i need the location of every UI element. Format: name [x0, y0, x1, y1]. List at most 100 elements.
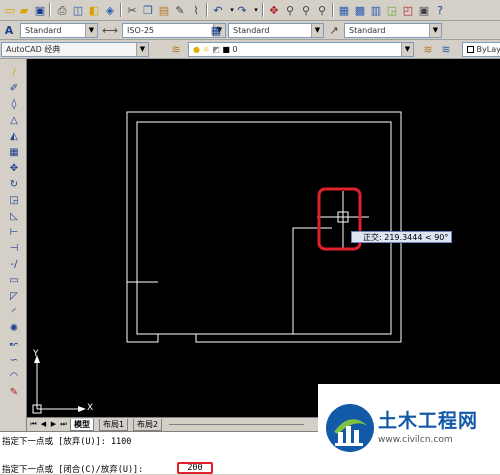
workspace-value: AutoCAD 经典: [6, 45, 61, 54]
break-icon[interactable]: -/: [6, 257, 22, 271]
calculator-icon[interactable]: ▣: [416, 2, 432, 18]
paste-icon[interactable]: ▤: [156, 2, 172, 18]
fillet-icon[interactable]: ◜: [6, 305, 22, 319]
copy-icon[interactable]: ❐: [140, 2, 156, 18]
partition-line[interactable]: [292, 227, 332, 334]
tab-strip-divider: [169, 424, 304, 425]
ucs-x-arrow: [78, 406, 86, 412]
layers-toolbar: AutoCAD 经典 ▼ ≋ ● ☼ ◩ ■ 0 ▼ ≋ ≋ ByLay: [0, 40, 500, 59]
ucs-y-label: Y: [33, 349, 39, 359]
text-style-select[interactable]: Standard ▼: [20, 23, 98, 38]
layer-manager-icon[interactable]: ≋: [168, 41, 184, 57]
design-center-icon[interactable]: ▩: [352, 2, 368, 18]
open-folder-icon[interactable]: ▰: [16, 2, 32, 18]
markup-icon[interactable]: ◰: [400, 2, 416, 18]
help-icon[interactable]: ?: [432, 2, 448, 18]
next-tab-icon[interactable]: ▶: [49, 419, 58, 430]
pan-icon[interactable]: ✥: [266, 2, 282, 18]
command-history-line: 指定下一点或 [放弃(U)]: 1100: [2, 437, 132, 447]
civil-engineering-logo-icon: [326, 404, 374, 452]
erase-icon[interactable]: ✐: [6, 81, 22, 95]
layer-previous-icon[interactable]: ≋: [438, 41, 454, 57]
extend-icon[interactable]: ⊣: [6, 241, 22, 255]
ucs-x-label: X: [87, 403, 94, 413]
draw-toolbar: ∕ ✐ ◊ △ ◭ ▦ ✥ ↻ ◲ ◺ ⊢ ⊣ -/ ▭ ◸ ◜ ✺ ↜ ∽ ◠…: [0, 59, 27, 431]
chevron-down-icon[interactable]: ▼: [429, 24, 441, 37]
last-tab-icon[interactable]: ⏭: [59, 419, 68, 430]
toolbar-separator: [262, 3, 264, 17]
lightbulb-icon[interactable]: ●: [193, 45, 200, 54]
first-tab-icon[interactable]: ⏮: [29, 419, 38, 430]
toolbar-separator: [206, 3, 208, 17]
explode-icon[interactable]: ✺: [6, 321, 22, 335]
multileader-style-icon: ↗: [329, 23, 339, 37]
dim-style-icon: ⟷: [102, 23, 118, 37]
print-preview-icon[interactable]: ◫: [70, 2, 86, 18]
zoom-realtime-icon[interactable]: ⚲: [282, 2, 298, 18]
chevron-down-icon[interactable]: ▼: [136, 43, 148, 56]
multileader-style-select[interactable]: Standard ▼: [344, 23, 442, 38]
ortho-tooltip: 正交: 219.3444 < 90°: [351, 231, 453, 243]
watermark-url: www.civilcn.com: [378, 435, 453, 445]
layer-name-value: 0: [232, 45, 238, 54]
tab-model[interactable]: 模型: [70, 419, 94, 431]
prev-tab-icon[interactable]: ◀: [39, 419, 48, 430]
tab-layout2[interactable]: 布局2: [133, 419, 163, 431]
arc-icon[interactable]: ◠: [6, 369, 22, 383]
line-icon[interactable]: ∕: [6, 65, 22, 79]
polyline-edit-icon[interactable]: ↜: [6, 337, 22, 351]
tool-palettes-icon[interactable]: ▥: [368, 2, 384, 18]
ortho-label: 正交: [363, 233, 379, 242]
layer-select[interactable]: ● ☼ ◩ ■ 0 ▼: [188, 42, 414, 57]
paint-icon[interactable]: ✎: [6, 385, 22, 399]
chevron-down-icon[interactable]: ▼: [311, 24, 323, 37]
watermark-title: 土木工程网: [378, 410, 479, 432]
dim-style-value: ISO-25: [127, 26, 155, 35]
toolbar-separator: [49, 3, 51, 17]
print-icon[interactable]: ⎙: [54, 2, 70, 18]
toolbar-separator: [332, 3, 334, 17]
zoom-previous-icon[interactable]: ⚲: [314, 2, 330, 18]
lock-icon[interactable]: ◩: [212, 45, 220, 54]
multileader-style-value: Standard: [349, 26, 386, 35]
zoom-window-icon[interactable]: ⚲: [298, 2, 314, 18]
publish-icon[interactable]: ◧: [86, 2, 102, 18]
match-properties-icon[interactable]: ✎: [172, 2, 188, 18]
brush-icon[interactable]: ⌇: [188, 2, 204, 18]
make-current-layer-icon[interactable]: ≋: [420, 41, 436, 57]
save-icon[interactable]: ▣: [32, 2, 48, 18]
stretch-icon[interactable]: ◺: [6, 209, 22, 223]
tab-layout1[interactable]: 布局1: [99, 419, 129, 431]
workspace-select[interactable]: AutoCAD 经典 ▼: [1, 42, 149, 57]
table-style-value: Standard: [233, 26, 270, 35]
chevron-down-icon[interactable]: ▼: [401, 43, 413, 56]
join-icon[interactable]: ▭: [6, 273, 22, 287]
sun-icon[interactable]: ☼: [203, 45, 210, 54]
text-style-value: Standard: [25, 26, 62, 35]
copy-object-icon[interactable]: ◊: [6, 97, 22, 111]
command-input[interactable]: [177, 462, 213, 474]
standard-toolbar: ▭ ▰ ▣ ⎙ ◫ ◧ ◈ ✂ ❐ ▤ ✎ ⌇ ↶ ▾ ↷ ▾ ✥ ⚲ ⚲ ⚲ …: [0, 0, 500, 21]
plot-icon[interactable]: ◈: [102, 2, 118, 18]
offset-icon[interactable]: ◭: [6, 129, 22, 143]
ortho-value: 219.3444 < 90°: [384, 233, 449, 242]
rotate-icon[interactable]: ↻: [6, 177, 22, 191]
mirror-icon[interactable]: △: [6, 113, 22, 127]
site-watermark: 土木工程网 www.civilcn.com: [318, 384, 500, 474]
table-style-icon: ▦: [210, 23, 222, 37]
array-icon[interactable]: ▦: [6, 145, 22, 159]
scale-icon[interactable]: ◲: [6, 193, 22, 207]
properties-icon[interactable]: ▦: [336, 2, 352, 18]
inner-wall-line[interactable]: [136, 121, 392, 335]
chamfer-icon[interactable]: ◸: [6, 289, 22, 303]
spline-edit-icon[interactable]: ∽: [6, 353, 22, 367]
color-control-select[interactable]: ByLay: [462, 42, 500, 57]
cut-icon[interactable]: ✂: [124, 2, 140, 18]
color-control-value: ByLay: [476, 45, 500, 54]
trim-icon[interactable]: ⊢: [6, 225, 22, 239]
drawing-canvas[interactable]: Y X 正交: 219.3444 < 90°: [27, 59, 500, 417]
move-icon[interactable]: ✥: [6, 161, 22, 175]
table-style-select[interactable]: Standard ▼: [228, 23, 324, 38]
chevron-down-icon[interactable]: ▼: [85, 24, 97, 37]
sheet-set-icon[interactable]: ◲: [384, 2, 400, 18]
